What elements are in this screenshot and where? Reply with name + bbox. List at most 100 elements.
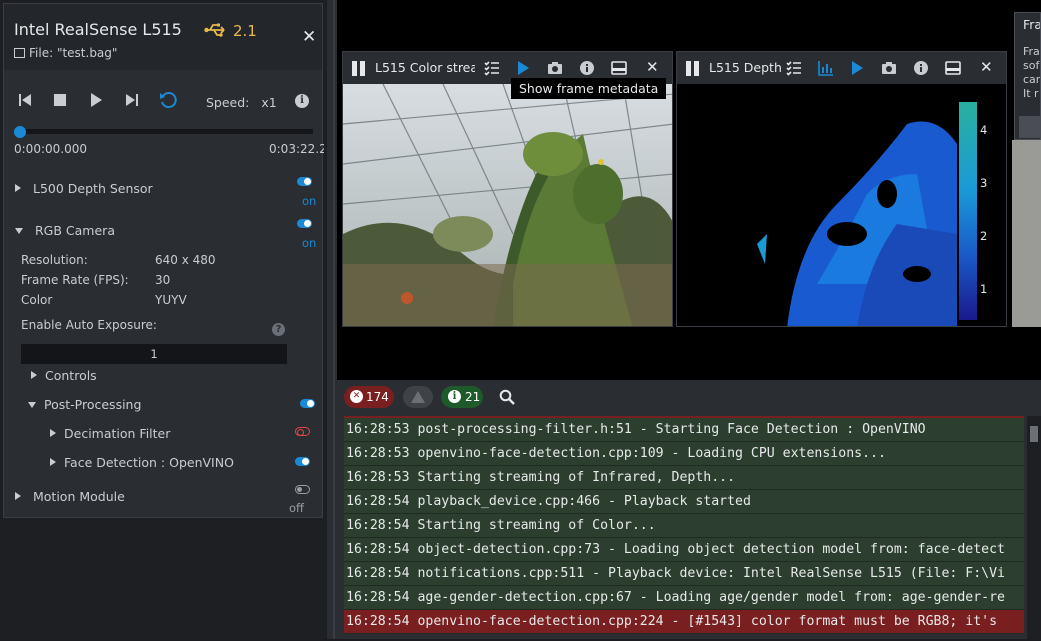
- sensor-l500-depth[interactable]: L500 Depth Sensor: [15, 181, 153, 196]
- notification-title: Fra: [1023, 17, 1041, 32]
- usb-version: 2.1: [233, 22, 257, 40]
- notification-body: Fra sof car It r: [1023, 45, 1041, 100]
- face-detection-toggle[interactable]: [295, 457, 310, 466]
- resolution-value[interactable]: 640 x 480: [155, 253, 216, 267]
- close-stream-button[interactable]: ✕: [980, 58, 993, 76]
- l500-depth-toggle[interactable]: [297, 177, 312, 186]
- controls-section[interactable]: Controls: [31, 368, 97, 383]
- stream-viewer: L515 Color stream ✕: [337, 0, 1041, 380]
- warning-icon: [411, 391, 425, 403]
- log-line[interactable]: 16:28:54 Starting streaming of Color...: [344, 514, 1024, 538]
- collapse-arrow-icon: [15, 228, 23, 234]
- camera-icon[interactable]: [881, 60, 897, 76]
- resolution-label: Resolution:: [21, 253, 88, 267]
- notification-popup: Fra Fra sof car It r: [1014, 12, 1041, 140]
- speed-value[interactable]: x1: [261, 95, 276, 110]
- file-label: File: "test.bag": [29, 46, 118, 60]
- log-line[interactable]: 16:28:53 Starting streaming of Infrared,…: [344, 466, 1024, 490]
- collapse-arrow-icon: [28, 402, 36, 408]
- decimation-filter-item[interactable]: Decimation Filter: [50, 426, 170, 441]
- depth-stream-panel: L515 Depth stream ✕: [676, 51, 1007, 327]
- color-format-label: Color: [21, 293, 53, 307]
- depth-image: [677, 84, 1006, 326]
- rgb-camera-toggle[interactable]: [297, 219, 312, 228]
- color-format-value[interactable]: YUYV: [155, 293, 187, 307]
- time-start: 0:00:00.000: [14, 142, 87, 156]
- metadata-icon[interactable]: [945, 60, 961, 76]
- speed-label: Speed: x1: [206, 95, 277, 110]
- motion-module-toggle[interactable]: [295, 485, 310, 494]
- log-line[interactable]: 16:28:53 post-processing-filter.h:51 - S…: [344, 418, 1024, 442]
- l500-depth-state: on: [302, 194, 317, 208]
- log-toolbar: 174 21: [337, 380, 1041, 414]
- log-line[interactable]: 16:28:54 openvino-face-detection.cpp:224…: [344, 610, 1024, 634]
- play-button[interactable]: [86, 90, 106, 110]
- device-panel: Intel RealSense L515 2.1 ✕ File: "test.b…: [3, 3, 324, 518]
- log-line[interactable]: 16:28:53 openvino-face-detection.cpp:109…: [344, 442, 1024, 466]
- post-processing-section[interactable]: Post-Processing: [28, 397, 141, 412]
- post-processing-toggle[interactable]: [300, 399, 315, 408]
- close-stream-button[interactable]: ✕: [646, 58, 659, 76]
- auto-exposure-label: Enable Auto Exposure:: [21, 318, 157, 332]
- camera-icon[interactable]: [547, 60, 563, 76]
- close-device-button[interactable]: ✕: [302, 27, 316, 47]
- notification-button[interactable]: [1019, 116, 1040, 138]
- log-list[interactable]: 16:28:53 post-processing-filter.h:51 - S…: [344, 416, 1024, 641]
- frame-rate-value[interactable]: 30: [155, 273, 170, 287]
- stream-panel-edge: [1012, 140, 1041, 327]
- expand-arrow-icon: [50, 429, 56, 437]
- divider-line: [333, 0, 335, 639]
- info-icon[interactable]: [913, 60, 929, 76]
- time-end: 0:03:22.2: [269, 142, 324, 156]
- info-icon[interactable]: [579, 60, 595, 76]
- metadata-icon[interactable]: [611, 60, 627, 76]
- stop-button[interactable]: [50, 90, 70, 110]
- device-name: Intel RealSense L515: [14, 20, 182, 39]
- frame-rate-label: Frame Rate (FPS):: [21, 273, 129, 287]
- depth-scale-bar: [959, 102, 977, 320]
- log-line[interactable]: 16:28:54 playback_device.cpp:466 - Playb…: [344, 490, 1024, 514]
- auto-exposure-input[interactable]: 1: [21, 344, 287, 364]
- seek-bar[interactable]: [17, 129, 313, 134]
- decimation-filter-toggle[interactable]: [295, 427, 310, 436]
- play-icon[interactable]: [849, 60, 865, 76]
- seek-handle[interactable]: [14, 126, 26, 138]
- skip-forward-button[interactable]: [122, 90, 142, 110]
- help-icon[interactable]: ?: [272, 323, 285, 336]
- expand-arrow-icon: [15, 492, 21, 500]
- log-line[interactable]: 16:28:54 notifications.cpp:511 - Playbac…: [344, 562, 1024, 586]
- depth-stream-header: L515 Depth stream ✕: [677, 52, 1006, 84]
- pause-icon[interactable]: [686, 61, 700, 76]
- chart-icon[interactable]: [818, 60, 834, 76]
- info-filter-badge[interactable]: 21: [441, 386, 483, 408]
- list-icon[interactable]: [786, 60, 802, 76]
- color-frame: [343, 84, 672, 326]
- pause-icon[interactable]: [352, 61, 366, 76]
- error-filter-badge[interactable]: 174: [344, 386, 394, 408]
- log-line[interactable]: 16:28:54 object-detection.cpp:73 - Loadi…: [344, 538, 1024, 562]
- log-scroll-thumb[interactable]: [1030, 426, 1038, 442]
- depth-stream-title: L515 Depth stream: [709, 60, 785, 75]
- usb-icon: [204, 23, 225, 37]
- motion-module-state: off: [289, 501, 304, 515]
- expand-arrow-icon: [31, 371, 37, 379]
- play-icon[interactable]: [515, 60, 531, 76]
- sensor-motion-module[interactable]: Motion Module: [15, 489, 125, 504]
- sensor-rgb-camera[interactable]: RGB Camera: [15, 223, 115, 238]
- log-line[interactable]: 16:28:54 age-gender-detection.cpp:67 - L…: [344, 586, 1024, 610]
- list-icon[interactable]: [484, 60, 500, 76]
- expand-arrow-icon: [50, 458, 56, 466]
- expand-arrow-icon: [15, 184, 21, 192]
- greenhouse-image: [343, 84, 672, 326]
- loop-icon[interactable]: [158, 90, 178, 110]
- file-row: File: "test.bag": [14, 46, 117, 60]
- skip-back-button[interactable]: [15, 90, 35, 110]
- info-icon[interactable]: i: [295, 94, 309, 108]
- face-detection-item[interactable]: Face Detection : OpenVINO: [50, 455, 234, 470]
- log-scrollbar[interactable]: [1027, 416, 1041, 639]
- metadata-tooltip: Show frame metadata: [511, 78, 667, 99]
- panel-divider[interactable]: [327, 0, 337, 639]
- depth-frame: 4 3 2 1 0: [677, 84, 1006, 326]
- search-icon[interactable]: [499, 389, 515, 405]
- warning-filter-badge[interactable]: [403, 386, 433, 408]
